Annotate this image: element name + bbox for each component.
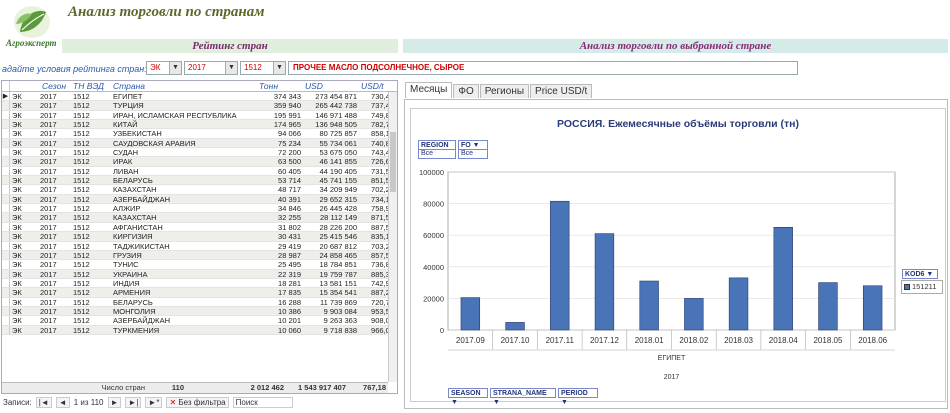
bar (639, 280, 659, 331)
x-group-label: ЕГИПЕТ (658, 355, 686, 362)
x-tick-label: 2018.01 (635, 336, 664, 345)
x-sub-label: 2017 (664, 374, 680, 381)
y-tick-label: 100000 (419, 168, 444, 177)
y-tick-label: 40000 (423, 263, 444, 272)
y-tick-label: 60000 (423, 231, 444, 240)
x-tick-label: 2018.04 (769, 336, 798, 345)
bar (773, 227, 793, 331)
y-tick-label: 20000 (423, 294, 444, 303)
x-tick-label: 2017.11 (546, 336, 575, 345)
bar (818, 282, 838, 331)
bar (505, 322, 525, 331)
x-tick-label: 2017.12 (590, 336, 619, 345)
bar (460, 297, 481, 331)
bar (550, 200, 570, 331)
x-tick-label: 2017.10 (501, 336, 530, 345)
bar (862, 285, 883, 331)
x-tick-label: 2018.05 (813, 336, 842, 345)
x-tick-label: 2018.02 (679, 336, 708, 345)
y-tick-label: 80000 (423, 200, 444, 209)
x-tick-label: 2018.03 (724, 336, 753, 345)
bar (728, 277, 749, 331)
x-tick-label: 2017.09 (456, 336, 485, 345)
x-tick-label: 2018.06 (858, 336, 887, 345)
bar (684, 298, 704, 331)
y-tick-label: 0 (440, 326, 444, 335)
bar-chart: 0 20000 40000 60000 80000 100000 2017.09 2017.1… (419, 168, 896, 381)
bar (594, 233, 615, 331)
